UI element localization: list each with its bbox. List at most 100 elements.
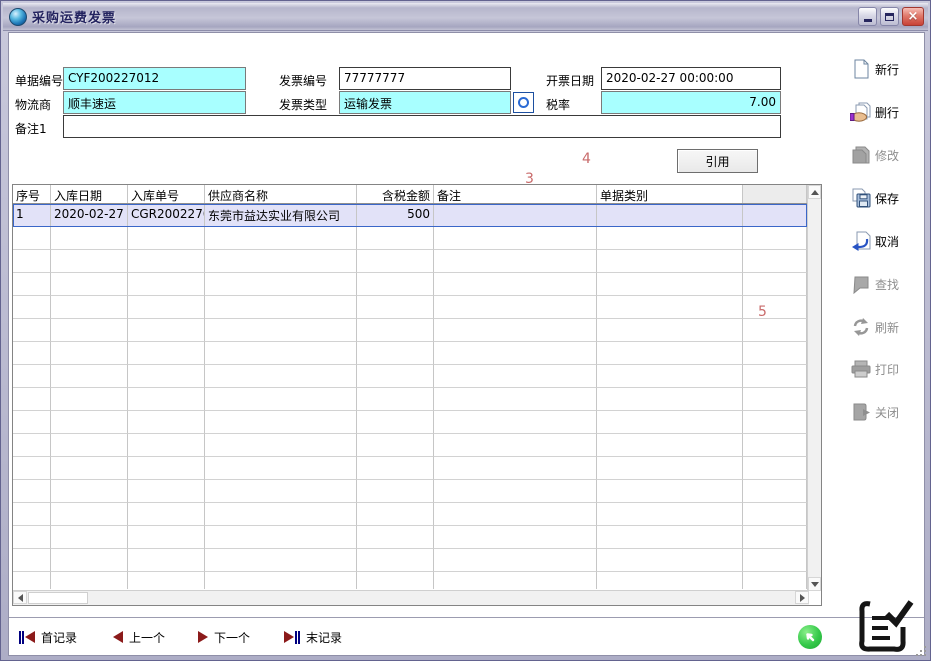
scroll-left-button[interactable]	[13, 591, 27, 604]
resize-grip[interactable]	[914, 644, 926, 656]
table-cell	[597, 388, 743, 411]
table-cell	[13, 342, 51, 365]
vertical-scrollbar[interactable]	[807, 185, 821, 591]
column-header: 单据类别	[597, 185, 743, 203]
table-cell	[51, 572, 128, 589]
close-doc-button[interactable]: 关闭	[850, 397, 926, 427]
invoice-type-picker-button[interactable]	[513, 92, 534, 113]
cancel-icon	[850, 231, 872, 251]
table-cell	[434, 204, 597, 227]
invoice-no-label: 发票编号	[279, 72, 327, 89]
doc-no-label: 单据编号	[15, 72, 63, 89]
table-cell	[128, 434, 205, 457]
doc-no-field[interactable]: CYF200227012	[63, 67, 246, 90]
table-cell	[597, 480, 743, 503]
print-button[interactable]: 打印	[850, 354, 926, 384]
table-cell	[51, 227, 128, 250]
table-cell	[357, 250, 434, 273]
table-cell	[357, 480, 434, 503]
table-cell	[357, 434, 434, 457]
refresh-button[interactable]: 刷新	[850, 312, 926, 342]
table-cell	[128, 549, 205, 572]
table-cell	[743, 319, 807, 342]
table-empty-row[interactable]	[13, 365, 807, 388]
horizontal-scroll-thumb[interactable]	[28, 592, 88, 604]
table-cell	[51, 342, 128, 365]
invoice-type-field[interactable]: 运输发票	[339, 91, 511, 114]
table-cell	[597, 296, 743, 319]
table-cell	[13, 365, 51, 388]
table-cell	[743, 227, 807, 250]
table-cell	[357, 365, 434, 388]
table-row[interactable]: 12020-02-27CGR2002270东莞市益达实业有限公司500	[13, 204, 807, 227]
new-row-label: 新行	[875, 61, 899, 78]
invoice-no-field[interactable]: 77777777	[339, 67, 511, 90]
last-record-button[interactable]: 末记录	[284, 625, 342, 649]
table-empty-row[interactable]	[13, 296, 807, 319]
previous-record-button[interactable]: 上一个	[113, 625, 165, 649]
table-cell	[743, 480, 807, 503]
cancel-label: 取消	[875, 233, 899, 250]
table-empty-row[interactable]	[13, 480, 807, 503]
table-cell	[205, 434, 357, 457]
table-cell	[128, 273, 205, 296]
table-cell	[13, 319, 51, 342]
logistics-field[interactable]: 顺丰速运	[63, 91, 246, 114]
table-cell	[434, 365, 597, 388]
table-cell	[51, 434, 128, 457]
close-button[interactable]: ×	[902, 7, 924, 26]
scroll-up-button[interactable]	[808, 185, 821, 199]
modify-icon	[850, 145, 872, 165]
save-button[interactable]: 保存	[850, 183, 926, 213]
table-cell	[13, 480, 51, 503]
find-button[interactable]: 查找	[850, 269, 926, 299]
column-header: 供应商名称	[205, 185, 357, 203]
table-empty-row[interactable]	[13, 526, 807, 549]
table-empty-row[interactable]	[13, 434, 807, 457]
table-cell	[357, 411, 434, 434]
cancel-button[interactable]: 取消	[850, 226, 926, 256]
globe-icon	[9, 8, 27, 26]
refresh-icon	[850, 317, 872, 337]
scroll-right-button[interactable]	[795, 591, 809, 604]
maximize-button[interactable]	[880, 7, 899, 26]
table-cell	[13, 434, 51, 457]
table-cell	[13, 227, 51, 250]
table-cell	[434, 457, 597, 480]
table-cell	[13, 549, 51, 572]
status-green-icon	[798, 625, 822, 649]
table-cell	[357, 388, 434, 411]
first-record-label: 首记录	[41, 629, 77, 646]
table-empty-row[interactable]	[13, 572, 807, 589]
table-cell	[743, 204, 807, 227]
table-empty-row[interactable]	[13, 411, 807, 434]
table-empty-row[interactable]	[13, 250, 807, 273]
table-cell	[13, 411, 51, 434]
table-empty-row[interactable]	[13, 227, 807, 250]
delete-row-button[interactable]: 删行	[850, 97, 926, 127]
table-empty-row[interactable]	[13, 549, 807, 572]
table-empty-row[interactable]	[13, 457, 807, 480]
table-empty-row[interactable]	[13, 388, 807, 411]
first-record-button[interactable]: 首记录	[19, 625, 77, 649]
next-record-button[interactable]: 下一个	[198, 625, 250, 649]
table-empty-row[interactable]	[13, 342, 807, 365]
modify-button[interactable]: 修改	[850, 140, 926, 170]
reference-button[interactable]: 引用	[677, 149, 758, 173]
new-row-button[interactable]: 新行	[850, 54, 926, 84]
tax-rate-field[interactable]: 7.00	[601, 91, 781, 114]
horizontal-scrollbar[interactable]	[13, 590, 809, 605]
table-empty-row[interactable]	[13, 273, 807, 296]
scroll-down-button[interactable]	[808, 577, 821, 591]
table-cell	[434, 342, 597, 365]
invoice-date-field[interactable]: 2020-02-27 00:00:00	[601, 67, 781, 90]
table-cell	[597, 319, 743, 342]
table-empty-row[interactable]	[13, 503, 807, 526]
minimize-button[interactable]	[858, 7, 877, 26]
next-record-icon	[198, 631, 208, 643]
minimize-icon	[864, 19, 872, 22]
detail-table: 序号入库日期入库单号供应商名称含税金额备注单据类别12020-02-27CGR2…	[12, 184, 822, 606]
table-cell	[51, 503, 128, 526]
remark1-field[interactable]	[63, 115, 781, 138]
table-empty-row[interactable]	[13, 319, 807, 342]
